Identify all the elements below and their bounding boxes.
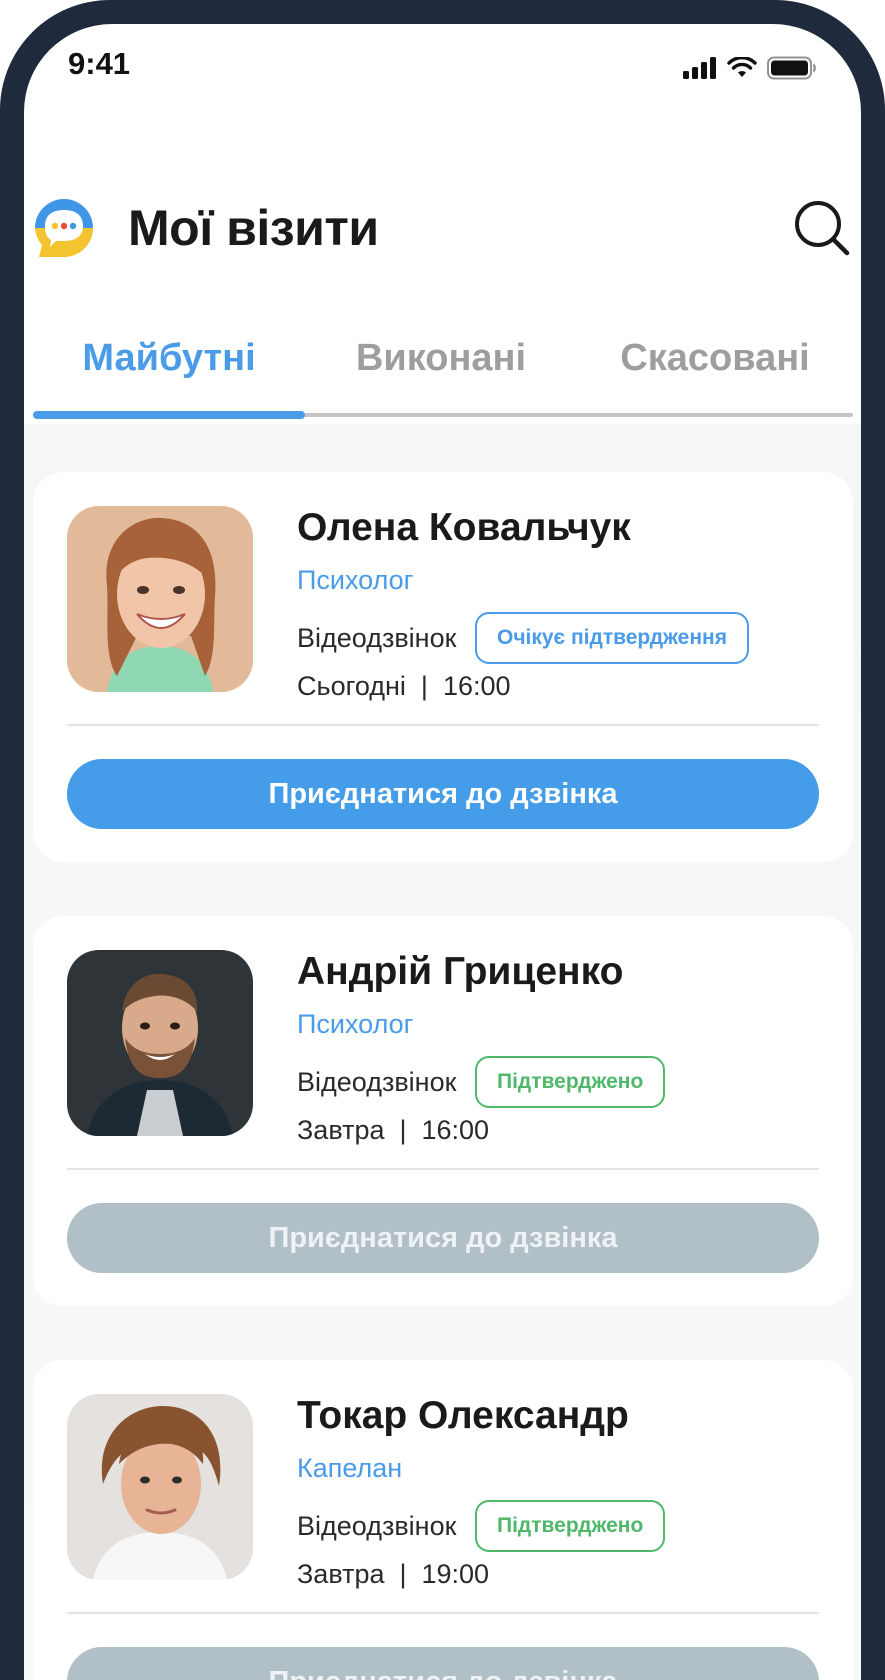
tab-cancelled[interactable]: Скасовані bbox=[577, 337, 853, 380]
appointment-schedule: Завтра | 16:00 bbox=[297, 1115, 490, 1145]
appointment-card: Токар Олександр Капелан Відеодзвінок Під… bbox=[33, 1360, 853, 1680]
status-badge: Очікує підтвердження bbox=[475, 612, 749, 664]
call-type: Відеодзвінок bbox=[297, 623, 457, 653]
status-badge: Підтверджено bbox=[475, 1500, 666, 1552]
avatar bbox=[67, 506, 253, 692]
appointment-schedule: Сьогодні | 16:00 bbox=[297, 671, 511, 701]
screen: 9:41 Мої візити Майбутні Виконані Скасов… bbox=[24, 24, 861, 1680]
status-bar: 9:41 bbox=[24, 24, 861, 124]
specialist-role: Психолог bbox=[297, 565, 414, 595]
specialist-role: Капелан bbox=[297, 1453, 403, 1483]
tab-upcoming[interactable]: Майбутні bbox=[33, 337, 305, 380]
card-divider bbox=[67, 1168, 819, 1170]
avatar bbox=[67, 950, 253, 1136]
join-call-button[interactable]: Приєднатися до дзвінка bbox=[67, 1203, 819, 1273]
status-badge: Підтверджено bbox=[475, 1056, 666, 1108]
appointment-card: Олена Ковальчук Психолог Відеодзвінок Оч… bbox=[33, 472, 853, 862]
card-divider bbox=[67, 1612, 819, 1614]
avatar-photo bbox=[67, 506, 253, 692]
specialist-role: Психолог bbox=[297, 1009, 414, 1039]
avatar-photo bbox=[67, 1394, 253, 1580]
battery-icon bbox=[767, 56, 816, 80]
search-icon[interactable] bbox=[793, 199, 851, 257]
specialist-name: Токар Олександр bbox=[297, 1394, 629, 1437]
app-logo-icon bbox=[35, 199, 93, 257]
specialist-name: Андрій Гриценко bbox=[297, 950, 624, 993]
status-time: 9:41 bbox=[68, 46, 131, 81]
call-type: Відеодзвінок bbox=[297, 1511, 457, 1541]
join-call-button[interactable]: Приєднатися до дзвінка bbox=[67, 759, 819, 829]
appointment-schedule: Завтра | 19:00 bbox=[297, 1559, 490, 1589]
appointment-card: Андрій Гриценко Психолог Відеодзвінок Пі… bbox=[33, 916, 853, 1306]
tab-active-indicator bbox=[33, 411, 305, 419]
specialist-name: Олена Ковальчук bbox=[297, 506, 631, 549]
signal-icon bbox=[683, 57, 716, 79]
tab-completed[interactable]: Виконані bbox=[305, 337, 577, 380]
avatar-photo bbox=[67, 950, 253, 1136]
avatar bbox=[67, 1394, 253, 1580]
status-icons bbox=[683, 56, 817, 80]
wifi-icon bbox=[727, 57, 757, 77]
phone-frame: 9:41 Мої візити Майбутні Виконані Скасов… bbox=[0, 0, 885, 1680]
join-call-button[interactable]: Приєднатися до дзвінка bbox=[67, 1647, 819, 1680]
header: Мої візити bbox=[24, 189, 861, 269]
card-divider bbox=[67, 724, 819, 726]
page-title: Мої візити bbox=[128, 200, 379, 256]
call-type: Відеодзвінок bbox=[297, 1067, 457, 1097]
tab-bar: Майбутні Виконані Скасовані bbox=[33, 329, 853, 419]
